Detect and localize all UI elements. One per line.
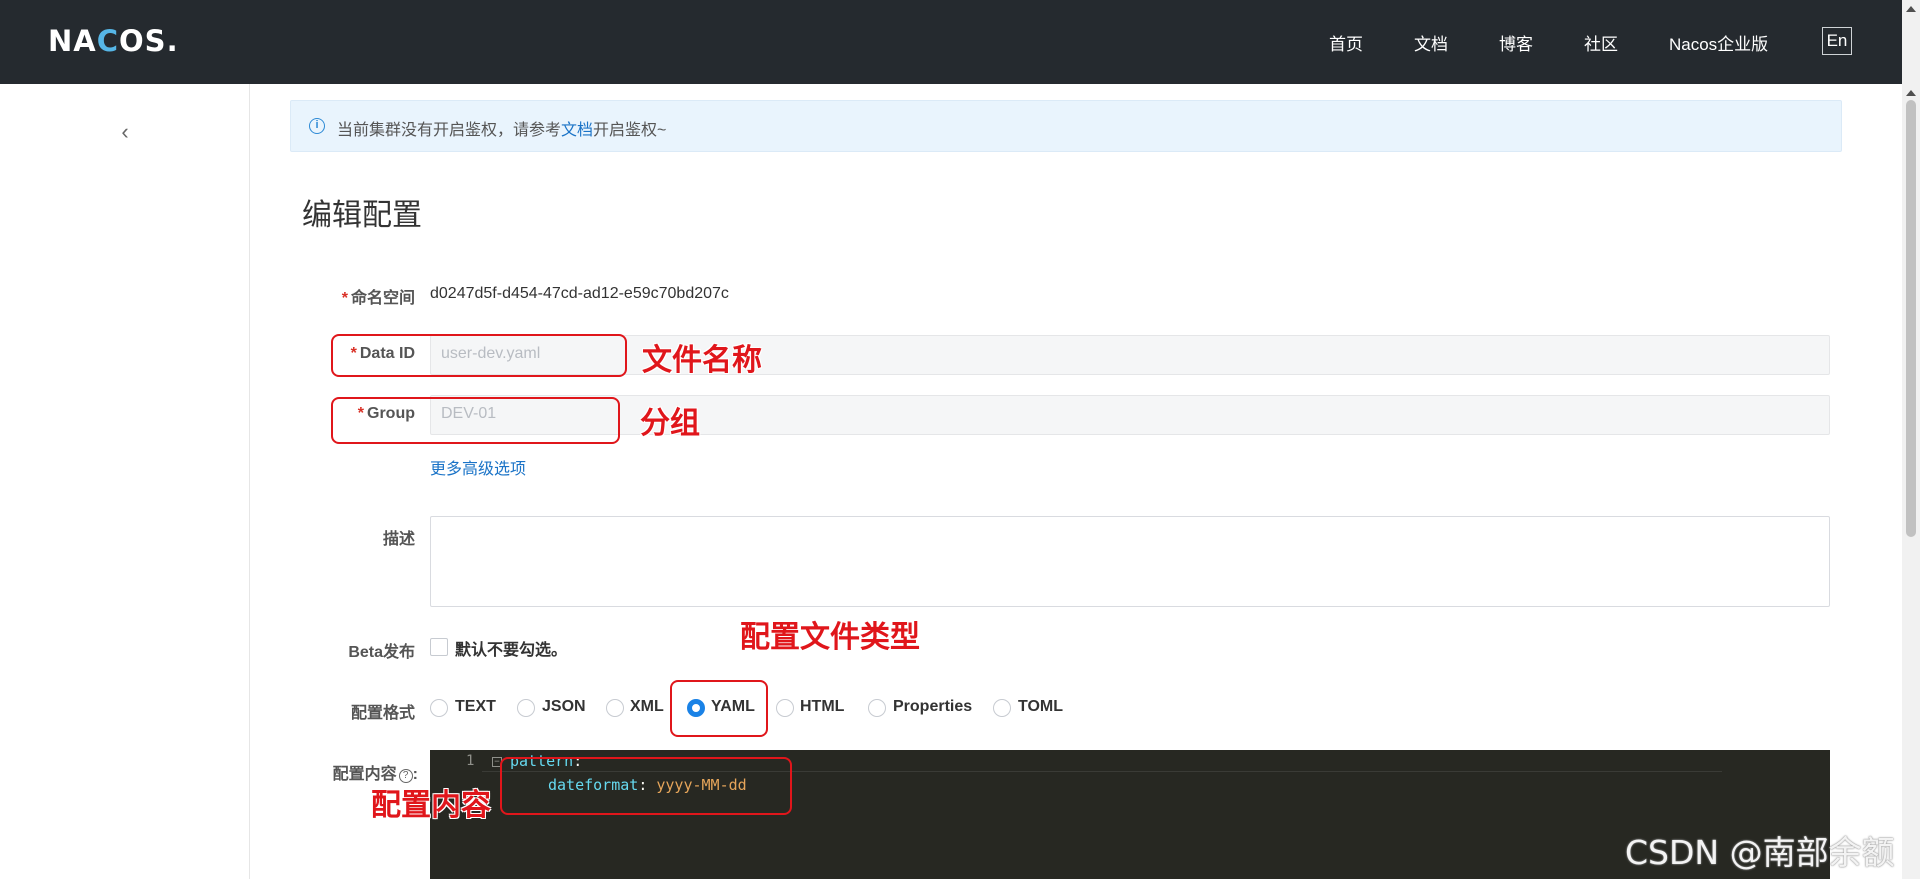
- vertical-scrollbar[interactable]: [1902, 0, 1920, 879]
- sidebar: ‹: [0, 84, 250, 879]
- language-switch-button[interactable]: En: [1822, 27, 1852, 55]
- nav-community[interactable]: 社区: [1584, 30, 1618, 55]
- page-title: 编辑配置: [302, 198, 422, 233]
- alert-text: 当前集群没有开启鉴权，请参考文档开启鉴权~: [337, 122, 667, 139]
- annotation-box-group: [331, 397, 620, 444]
- description-label: 描述: [382, 531, 415, 548]
- info-icon: i: [309, 118, 325, 134]
- annotation-box-data-id: [331, 334, 627, 377]
- radio-xml[interactable]: [606, 699, 624, 717]
- beta-label: Beta发布: [348, 644, 415, 661]
- annotation-box-content: [500, 757, 792, 815]
- radio-properties-label[interactable]: Properties: [893, 698, 972, 716]
- chevron-left-icon[interactable]: ‹: [116, 120, 134, 144]
- radio-xml-label[interactable]: XML: [630, 698, 664, 716]
- nav-blog[interactable]: 博客: [1499, 30, 1533, 55]
- advanced-options-link[interactable]: 更多高级选项: [430, 455, 526, 479]
- radio-toml[interactable]: [993, 699, 1011, 717]
- radio-text-label[interactable]: TEXT: [455, 698, 496, 716]
- csdn-watermark: CSDN @南部余额: [1625, 833, 1895, 872]
- nav-enterprise[interactable]: Nacos企业版: [1669, 30, 1768, 55]
- radio-html-label[interactable]: HTML: [800, 698, 844, 716]
- radio-toml-label[interactable]: TOML: [1018, 698, 1063, 716]
- beta-checkbox-label[interactable]: 默认不要勾选。: [455, 636, 567, 660]
- scroll-up-arrow-icon[interactable]: [1906, 90, 1916, 96]
- nav-home[interactable]: 首页: [1329, 30, 1363, 55]
- namespace-label: * 命名空间: [341, 290, 415, 307]
- nav-docs[interactable]: 文档: [1414, 30, 1448, 55]
- annotation-data-id: 文件名称: [642, 343, 762, 378]
- namespace-value: d0247d5f-d454-47cd-ad12-e59c70bd207c: [430, 285, 729, 302]
- description-textarea[interactable]: [430, 516, 1830, 607]
- annotation-box-format: [670, 680, 768, 737]
- data-id-input[interactable]: user-dev.yaml: [430, 335, 1830, 375]
- annotation-format: 配置文件类型: [740, 620, 920, 655]
- annotation-group: 分组: [640, 406, 700, 441]
- auth-alert: i 当前集群没有开启鉴权，请参考文档开启鉴权~: [290, 100, 1842, 152]
- annotation-content: 配置内容: [371, 788, 491, 823]
- scrollbar-thumb[interactable]: [1906, 100, 1916, 537]
- radio-json-label[interactable]: JSON: [542, 698, 586, 716]
- radio-json[interactable]: [517, 699, 535, 717]
- alert-docs-link[interactable]: 文档: [561, 122, 593, 139]
- nacos-logo[interactable]: NACOS.: [48, 24, 179, 58]
- scroll-up-arrow-icon[interactable]: [1906, 6, 1916, 12]
- top-nav-bar: NACOS. 首页 文档 博客 社区 Nacos企业版 En: [0, 0, 1902, 84]
- format-label: 配置格式: [350, 705, 415, 722]
- radio-html[interactable]: [776, 699, 794, 717]
- radio-text[interactable]: [430, 699, 448, 717]
- radio-properties[interactable]: [868, 699, 886, 717]
- line-number: 1: [466, 753, 475, 769]
- beta-checkbox[interactable]: [430, 638, 448, 656]
